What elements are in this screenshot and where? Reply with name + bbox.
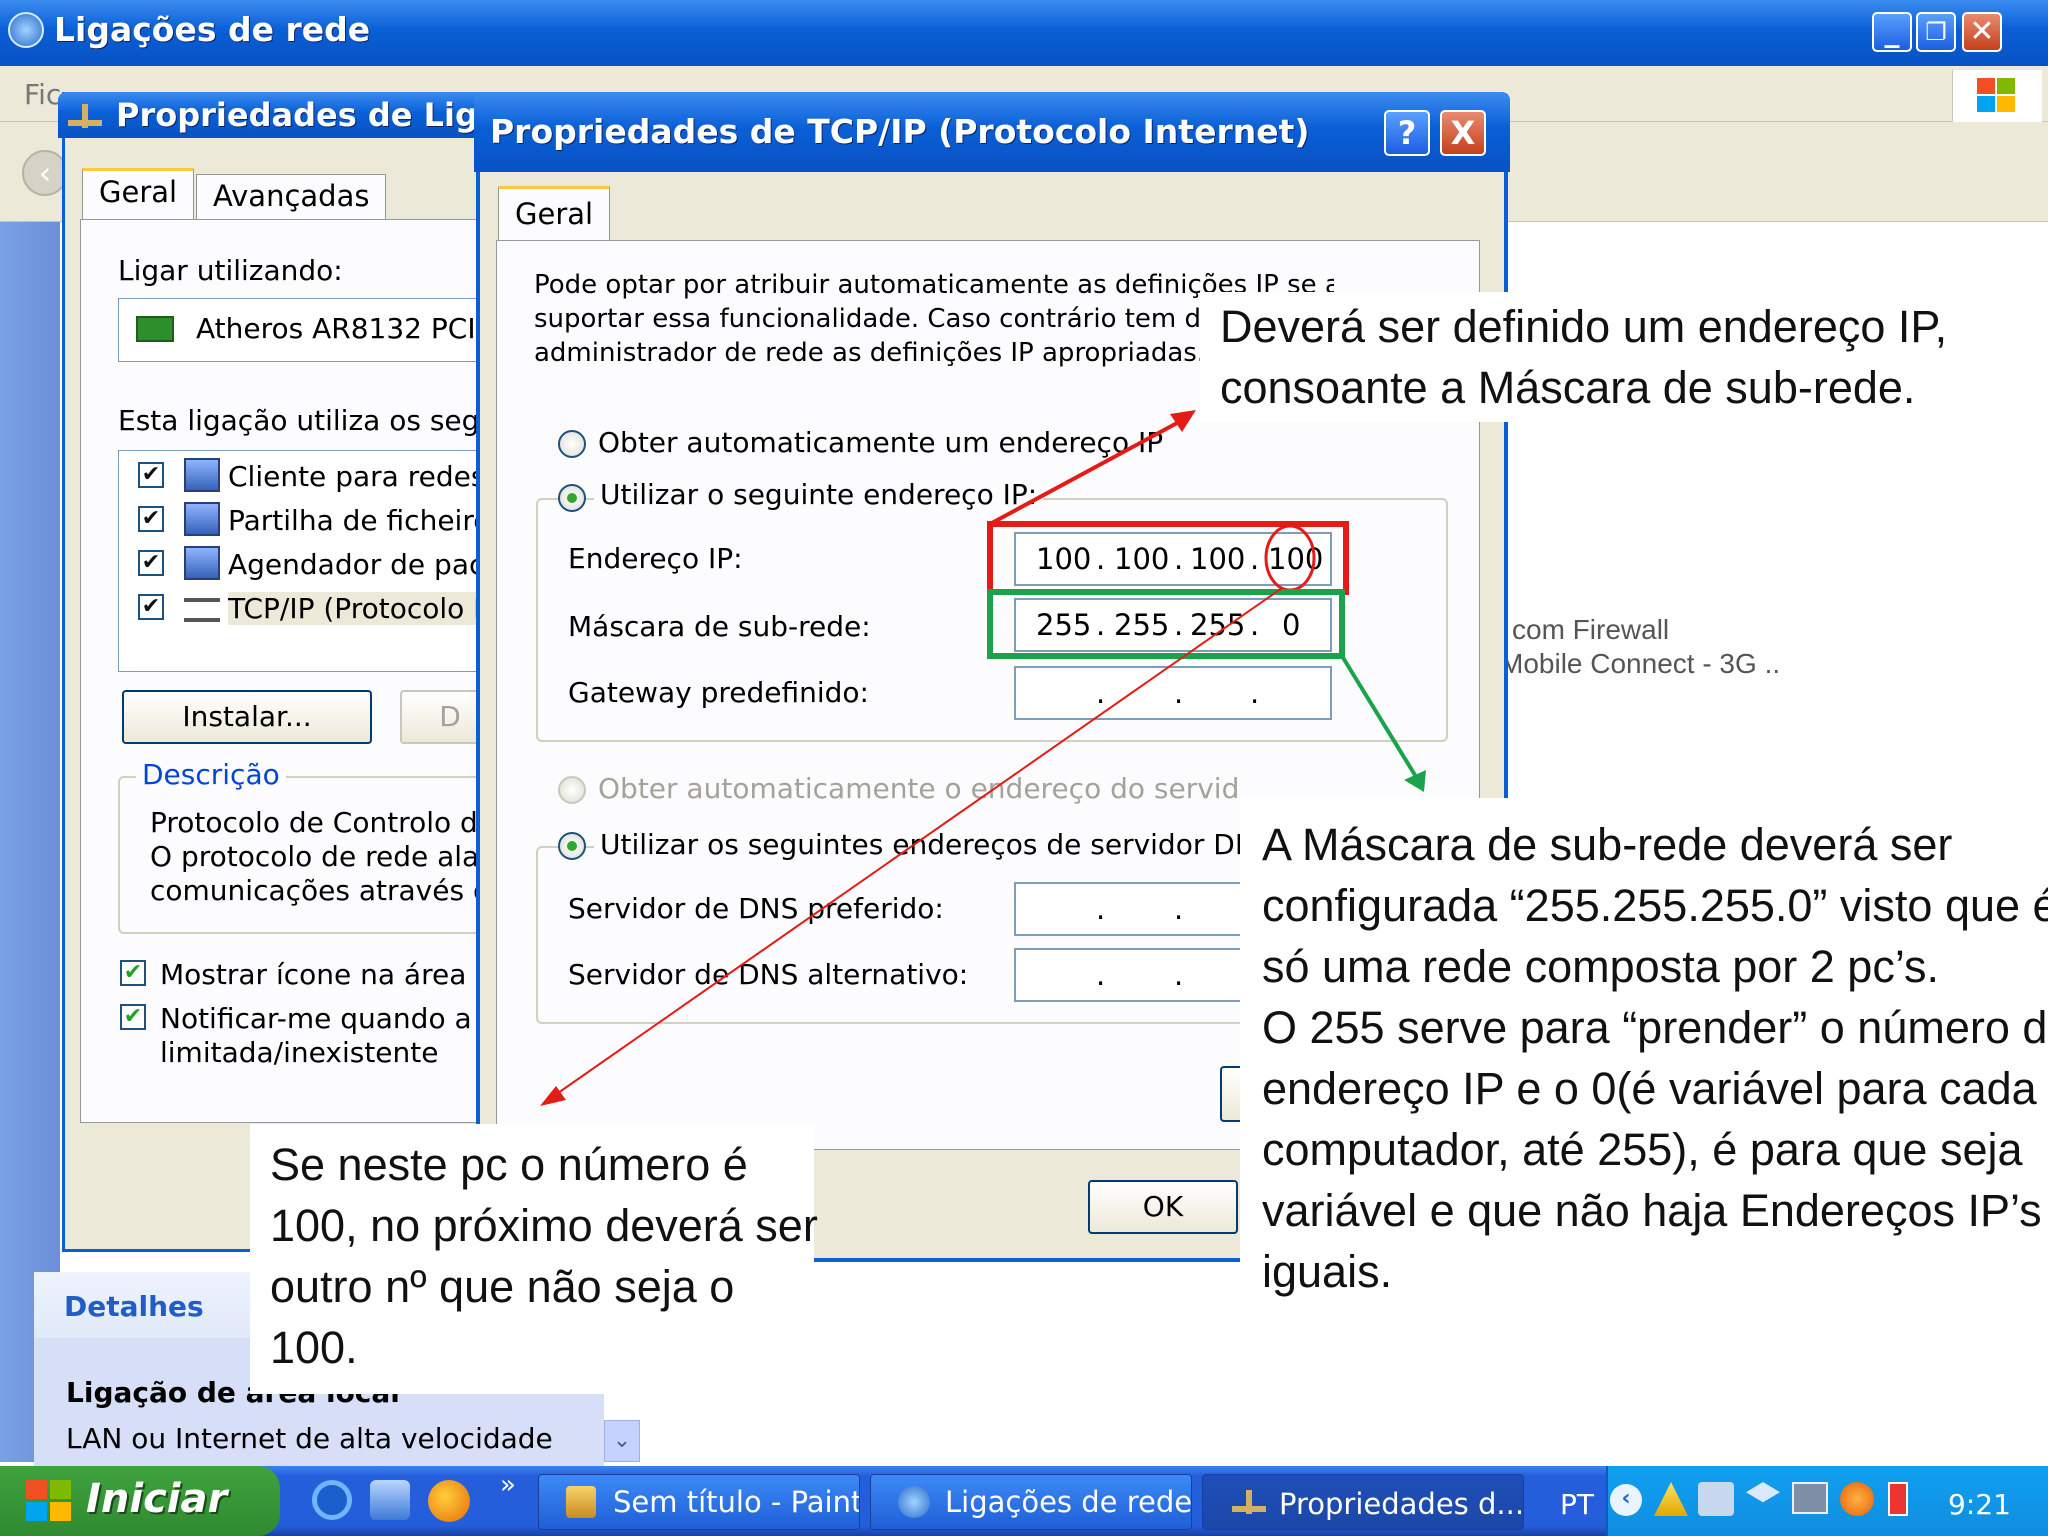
client-icon — [184, 458, 220, 492]
close-tcpip-button[interactable]: X — [1440, 110, 1486, 156]
manual-dns-radio[interactable] — [558, 832, 586, 860]
intro-line-3: administrador de rede as definições IP a… — [534, 338, 1206, 368]
network-task-icon — [898, 1486, 930, 1518]
details-title[interactable]: Detalhes — [64, 1290, 204, 1323]
windows-logo-icon — [1952, 70, 2042, 122]
description-line-3: comunicações através de — [150, 874, 480, 907]
alternate-dns-label: Servidor de DNS alternativo: — [568, 958, 969, 991]
details-scroll-down-button[interactable]: ⌄ — [604, 1420, 640, 1462]
annotation-bottom: Se neste pc o número é 100, no próximo d… — [250, 1124, 818, 1394]
scheduler-icon — [184, 546, 220, 580]
mask-octet-4: 0 — [1282, 608, 1301, 642]
tab-geral[interactable]: Geral — [82, 168, 195, 220]
component-checkbox-scheduler[interactable]: ✔ — [138, 550, 164, 576]
mask-octet-3: 255 — [1190, 608, 1246, 642]
explorer-quicklaunch-icon[interactable] — [370, 1480, 410, 1520]
mask-octet-2: 255 — [1114, 608, 1170, 642]
notify-checkbox[interactable]: ✔ — [120, 1004, 146, 1030]
properties-task-icon — [1232, 1490, 1266, 1514]
tab-avancadas[interactable]: Avançadas — [196, 174, 387, 220]
clock[interactable]: 9:21 — [1948, 1488, 2011, 1521]
component-checkbox-tcpip[interactable]: ✔ — [138, 594, 164, 620]
ip-address-field[interactable]: 100 . 100 . 100 . 100 — [1014, 532, 1332, 586]
auto-dns-label[interactable]: Obter automaticamente o endereço do serv… — [598, 772, 1238, 805]
auto-dns-radio[interactable] — [558, 776, 586, 804]
install-button[interactable]: Instalar... — [122, 690, 372, 744]
quicklaunch-overflow[interactable]: » — [500, 1470, 516, 1500]
tcpip-tab-geral[interactable]: Geral — [498, 186, 611, 242]
auto-ip-label[interactable]: Obter automaticamente um endereço IP — [598, 426, 1163, 459]
ip-address-label: Endereço IP: — [568, 542, 743, 575]
adapter-name: Atheros AR8132 PCI-E — [196, 312, 476, 345]
menu-file[interactable]: Fic — [24, 78, 61, 111]
annotation-right: A Máscara de sub-rede deverá ser configu… — [1240, 798, 2048, 1318]
connect-using-label: Ligar utilizando: — [118, 254, 343, 287]
manual-dns-label[interactable]: Utilizar os seguintes endereços de servi… — [594, 828, 1289, 861]
antivirus-icon[interactable] — [1840, 1482, 1874, 1516]
start-label: Iniciar — [86, 1476, 228, 1522]
item-firewall[interactable]: com Firewall — [1512, 614, 1669, 646]
tcpip-titlebar[interactable]: Propriedades de TCP/IP (Protocolo Intern… — [474, 92, 1510, 172]
battery-icon[interactable] — [1888, 1482, 1908, 1516]
notify-label[interactable]: Notificar-me quando a con — [160, 1002, 480, 1035]
paint-icon — [566, 1486, 596, 1518]
component-label-share[interactable]: Partilha de ficheiros — [228, 504, 478, 537]
manual-ip-label[interactable]: Utilizar o seguinte endereço IP: — [594, 478, 1044, 511]
annotation-top: Deverá ser definido um endereço IP, cons… — [1200, 292, 2000, 422]
show-icon-label[interactable]: Mostrar ícone na área de — [160, 958, 480, 991]
ip-octet-2: 100 — [1114, 542, 1170, 576]
network-icon — [8, 12, 44, 48]
ip-octet-1: 100 — [1036, 542, 1092, 576]
description-line-1: Protocolo de Controlo de T — [150, 806, 480, 839]
main-window-titlebar[interactable]: Ligações de rede — [0, 0, 2048, 66]
monitor-icon[interactable] — [1792, 1482, 1828, 1514]
component-label-scheduler[interactable]: Agendador de pacotes — [228, 548, 478, 581]
mask-octet-1: 255 — [1036, 608, 1092, 642]
network-props-icon — [68, 104, 102, 128]
tcpip-title: Propriedades de TCP/IP (Protocolo Intern… — [490, 112, 1310, 151]
manual-ip-radio[interactable] — [558, 484, 586, 512]
ip-octet-4: 100 — [1268, 542, 1324, 576]
start-windows-icon — [26, 1480, 72, 1522]
notify-label-2: limitada/inexistente — [160, 1036, 439, 1069]
maximize-button[interactable]: ❐ — [1916, 12, 1956, 52]
ie-icon[interactable] — [312, 1480, 352, 1520]
ok-button[interactable]: OK — [1088, 1180, 1238, 1234]
details-item-sub: LAN ou Internet de alta velocidade — [66, 1422, 553, 1455]
description-label: Descrição — [136, 758, 286, 791]
component-checkbox-share[interactable]: ✔ — [138, 506, 164, 532]
uses-label: Esta ligação utiliza os seguintes — [118, 404, 478, 437]
show-icon-checkbox[interactable]: ✔ — [120, 960, 146, 986]
tray-expand-button[interactable]: ‹ — [1610, 1484, 1642, 1516]
subnet-mask-field[interactable]: 255 . 255 . 255 . 0 — [1014, 598, 1332, 652]
gateway-label: Gateway predefinido: — [568, 676, 869, 709]
main-window-title: Ligações de rede — [54, 10, 371, 49]
component-label-client[interactable]: Cliente para redes Microsoft — [228, 460, 478, 493]
component-checkbox-client[interactable]: ✔ — [138, 462, 164, 488]
close-main-button[interactable]: ✕ — [1962, 12, 2002, 52]
help-button[interactable]: ? — [1384, 110, 1430, 156]
subnet-mask-label: Máscara de sub-rede: — [568, 610, 871, 643]
share-icon — [184, 502, 220, 536]
protocol-icon — [184, 598, 220, 622]
item-mobile-connect[interactable]: Mobile Connect - 3G ... — [1500, 648, 1780, 680]
preferred-dns-label: Servidor de DNS preferido: — [568, 892, 944, 925]
language-indicator[interactable]: PT — [1560, 1488, 1594, 1521]
minimize-button[interactable]: _ — [1872, 12, 1912, 52]
component-label-tcpip[interactable]: TCP/IP (Protocolo Internet) — [228, 592, 478, 625]
gateway-field[interactable]: . . . — [1014, 666, 1332, 720]
description-line-2: O protocolo de rede alarga — [150, 840, 480, 873]
auto-ip-radio[interactable] — [558, 430, 586, 458]
wireless-disconnected-icon[interactable] — [1698, 1482, 1734, 1516]
ip-octet-3: 100 — [1190, 542, 1246, 576]
intro-line-2: suportar essa funcionalidade. Caso contr… — [534, 304, 1224, 334]
firefox-icon[interactable] — [428, 1480, 470, 1522]
adapter-icon — [136, 316, 174, 342]
